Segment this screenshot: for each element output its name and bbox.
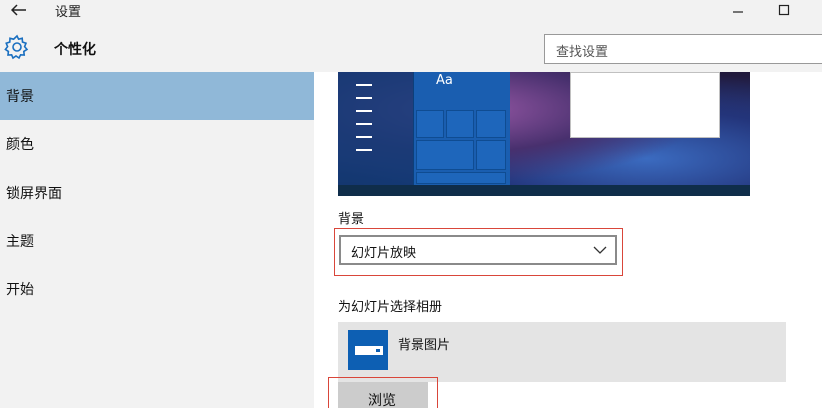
preview-tile [416, 172, 506, 184]
preview-window [570, 72, 720, 138]
chevron-down-icon [593, 246, 607, 254]
preview-menu-line [356, 97, 372, 99]
preview-start-menu: Aa [338, 72, 510, 185]
preview-tiles: Aa [413, 72, 510, 185]
search-placeholder: 查找设置 [556, 45, 609, 60]
background-dropdown[interactable]: 幻灯片放映 [339, 235, 617, 265]
preview-menu-line [356, 110, 372, 112]
preview-tile [416, 110, 444, 138]
window-title: 设置 [55, 5, 82, 20]
preview-menu-line [356, 136, 372, 138]
preview-tile [446, 110, 474, 138]
preview-tile [416, 140, 474, 170]
preview-tile [476, 140, 506, 170]
preview-menu-line [356, 84, 372, 86]
preview-tile-label: Aa [436, 73, 453, 88]
sidebar: 背景 颜色 锁屏界面 主题 开始 [0, 72, 314, 408]
sidebar-item-themes[interactable]: 主题 [0, 217, 314, 265]
gear-icon [4, 34, 29, 60]
preview-tile [476, 110, 506, 138]
album-icon [348, 330, 388, 370]
title-bar: 设置 [0, 0, 822, 20]
preview-menu-line [356, 123, 372, 125]
sidebar-item-label: 主题 [6, 234, 34, 250]
sidebar-item-colors[interactable]: 颜色 [0, 120, 314, 168]
background-preview: Aa [338, 72, 750, 196]
sidebar-item-lock-screen[interactable]: 锁屏界面 [0, 169, 314, 217]
album-label: 为幻灯片选择相册 [338, 300, 443, 315]
browse-button[interactable]: 浏览 [338, 382, 428, 408]
arrow-left-icon [11, 4, 26, 16]
sidebar-item-background[interactable]: 背景 [0, 72, 314, 120]
sidebar-item-label: 开始 [6, 282, 34, 298]
search-input[interactable]: 查找设置 [544, 34, 822, 64]
sidebar-item-label: 颜色 [6, 137, 34, 153]
album-name: 背景图片 [398, 338, 451, 353]
maximize-icon [778, 4, 790, 16]
minimize-button[interactable] [720, 0, 756, 20]
album-item[interactable]: 背景图片 [338, 322, 786, 382]
sidebar-item-label: 锁屏界面 [6, 186, 62, 202]
browse-button-label: 浏览 [368, 393, 396, 408]
maximize-button[interactable] [766, 0, 802, 20]
minimize-icon [733, 11, 743, 13]
page-title: 个性化 [54, 42, 96, 58]
sidebar-item-label: 背景 [6, 89, 34, 105]
background-dropdown-value: 幻灯片放映 [351, 246, 417, 261]
preview-menu-line [356, 149, 372, 151]
album-icon-dot [376, 349, 380, 352]
background-label: 背景 [338, 212, 365, 227]
preview-taskbar [338, 185, 750, 196]
page-header: 个性化 查找设置 [0, 20, 822, 72]
sidebar-item-start[interactable]: 开始 [0, 265, 314, 313]
back-button[interactable] [6, 0, 32, 20]
